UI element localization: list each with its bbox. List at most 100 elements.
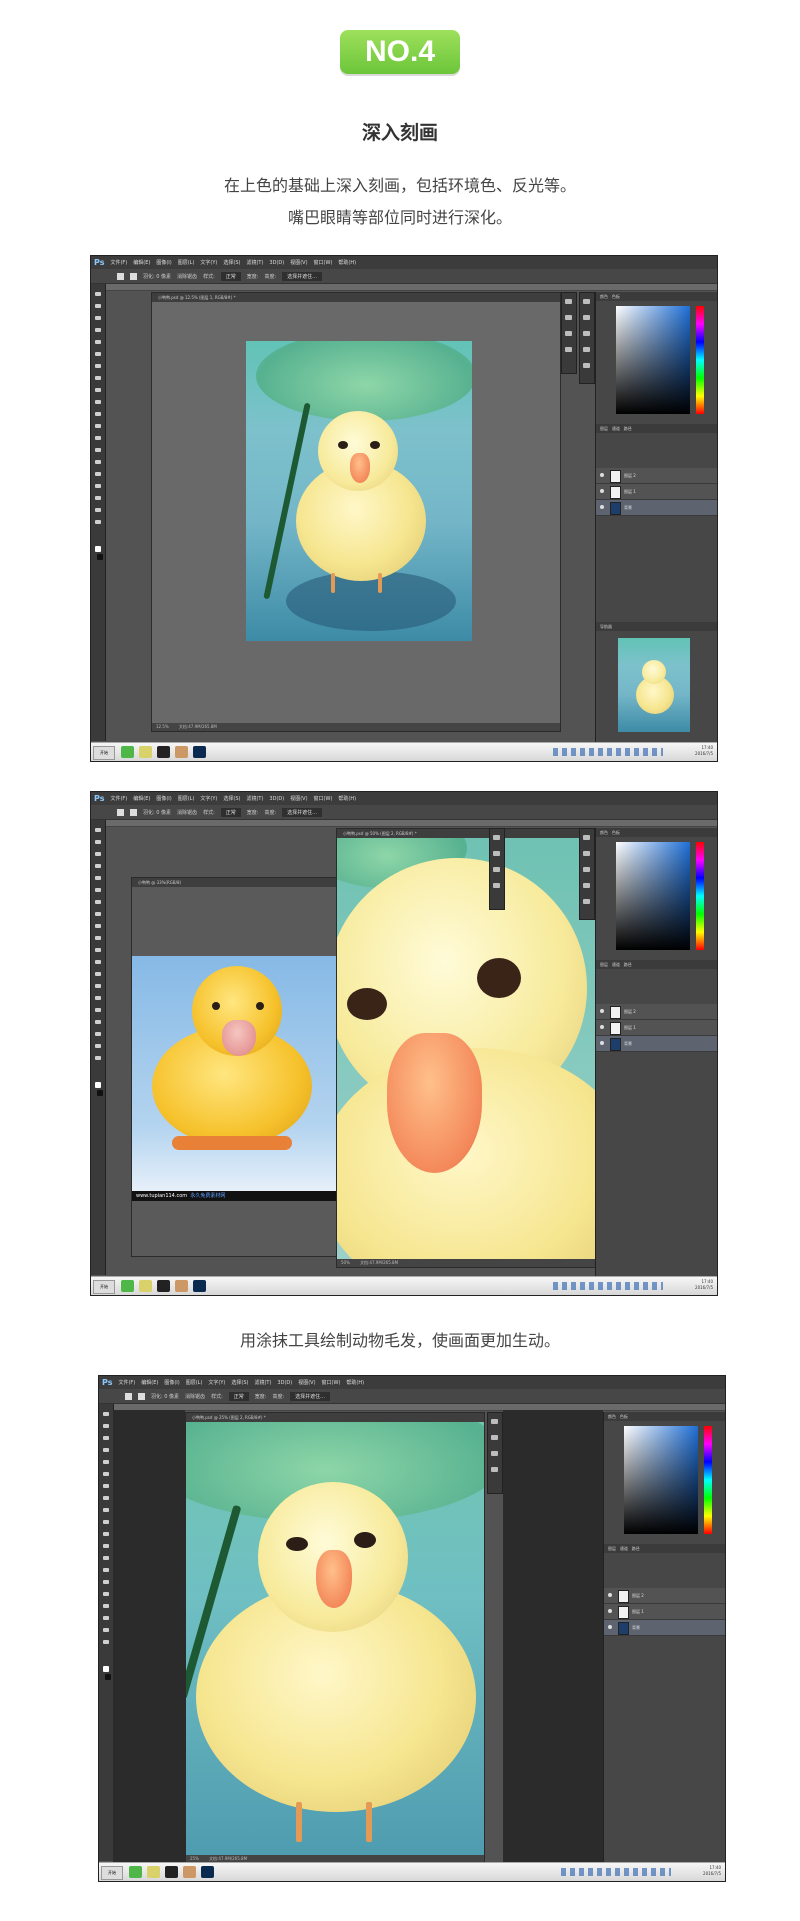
antialias-checkbox[interactable]: 消除锯齿	[185, 1393, 205, 1400]
tab-navigator[interactable]: 导航器	[600, 624, 612, 629]
tab-layers[interactable]: 图层	[600, 962, 608, 967]
smudge-tool-icon[interactable]	[95, 436, 101, 440]
menu-layer[interactable]: 图层(L)	[178, 795, 195, 802]
menu-3d[interactable]: 3D(D)	[277, 1380, 292, 1386]
zoom-level[interactable]: 12.5%	[156, 724, 169, 729]
marquee-tool-icon[interactable]	[95, 840, 101, 844]
dodge-tool-icon[interactable]	[95, 984, 101, 988]
menu-image[interactable]: 图像(I)	[156, 795, 171, 802]
type-tool-icon[interactable]	[95, 472, 101, 476]
eyedropper-icon[interactable]	[103, 1472, 109, 1476]
navigator-thumbnail[interactable]	[618, 638, 690, 732]
refine-edge-button[interactable]: 选择并遮住...	[282, 807, 322, 817]
type-tool-icon[interactable]	[103, 1592, 109, 1596]
menu-type[interactable]: 文字(Y)	[208, 1379, 225, 1386]
hand-tool-icon[interactable]	[95, 508, 101, 512]
menu-edit[interactable]: 编辑(E)	[133, 259, 150, 266]
move-tool-icon[interactable]	[95, 292, 101, 296]
menu-image[interactable]: 图像(I)	[156, 259, 171, 266]
pen-tool-icon[interactable]	[95, 996, 101, 1000]
style-select[interactable]: 正常	[228, 1391, 249, 1401]
properties-icon[interactable]	[565, 315, 572, 320]
layer-row[interactable]: 图层 1	[596, 1020, 717, 1036]
properties-icon[interactable]	[491, 1435, 498, 1440]
tab-layers[interactable]: 图层	[608, 1546, 616, 1551]
qq-taskbar-icon[interactable]	[165, 1866, 178, 1878]
style-select[interactable]: 正常	[220, 271, 241, 281]
hand-tool-icon[interactable]	[95, 1044, 101, 1048]
menu-filter[interactable]: 滤镜(T)	[254, 1379, 271, 1386]
tab-channels[interactable]: 通道	[612, 962, 620, 967]
hue-slider[interactable]	[696, 306, 704, 414]
gradient-tool-icon[interactable]	[103, 1544, 109, 1548]
layer-row-selected[interactable]: 背景	[604, 1620, 725, 1636]
menu-type[interactable]: 文字(Y)	[200, 259, 217, 266]
style-select[interactable]: 正常	[220, 807, 241, 817]
tab-swatches[interactable]: 色板	[612, 830, 620, 835]
healing-brush-icon[interactable]	[95, 900, 101, 904]
app-taskbar-icon[interactable]	[183, 1866, 196, 1878]
shape-tool-icon[interactable]	[95, 496, 101, 500]
menu-layer[interactable]: 图层(L)	[186, 1379, 203, 1386]
menu-file[interactable]: 文件(F)	[118, 1379, 135, 1386]
menu-window[interactable]: 窗口(W)	[314, 259, 333, 266]
browser-taskbar-icon[interactable]	[129, 1866, 142, 1878]
refine-edge-button[interactable]: 选择并遮住...	[290, 1391, 330, 1401]
menu-3d[interactable]: 3D(D)	[269, 260, 284, 266]
menu-help[interactable]: 帮助(H)	[338, 795, 356, 802]
magic-wand-icon[interactable]	[95, 864, 101, 868]
tab-channels[interactable]: 通道	[612, 426, 620, 431]
smudge-tool-icon[interactable]	[103, 1556, 109, 1560]
layer-row[interactable]: 图层 2	[596, 1004, 717, 1020]
folder-taskbar-icon[interactable]	[147, 1866, 160, 1878]
menu-view[interactable]: 视图(V)	[290, 259, 307, 266]
zoom-level[interactable]: 25%	[190, 1856, 199, 1861]
new-selection-icon[interactable]	[117, 808, 124, 816]
start-button[interactable]: 开始	[93, 746, 115, 760]
document-tab[interactable]: 小鸭鸭.psd @ 12.5% (图层 1, RGB/8#) *	[152, 293, 560, 302]
antialias-checkbox[interactable]: 消除锯齿	[177, 273, 197, 280]
layer-row-selected[interactable]: 背景	[596, 1036, 717, 1052]
hue-slider[interactable]	[704, 1426, 712, 1534]
photoshop-taskbar-icon[interactable]	[193, 1280, 206, 1292]
document-tab[interactable]: 小鸭鸭.psd @ 25% (图层 2, RGB/8#) *	[186, 1413, 484, 1422]
menu-file[interactable]: 文件(F)	[110, 795, 127, 802]
history-brush-icon[interactable]	[95, 936, 101, 940]
background-color-swatch[interactable]	[105, 1674, 111, 1680]
brush-tool-icon[interactable]	[103, 1496, 109, 1500]
layer-row[interactable]: 图层 2	[596, 468, 717, 484]
shape-tool-icon[interactable]	[95, 1032, 101, 1036]
foreground-color-swatch[interactable]	[95, 546, 101, 552]
pen-tool-icon[interactable]	[95, 460, 101, 464]
browser-taskbar-icon[interactable]	[121, 746, 134, 758]
folder-taskbar-icon[interactable]	[139, 746, 152, 758]
crop-tool-icon[interactable]	[95, 876, 101, 880]
history-brush-icon[interactable]	[103, 1520, 109, 1524]
history-icon[interactable]	[565, 299, 572, 304]
zoom-tool-icon[interactable]	[95, 520, 101, 524]
move-tool-icon[interactable]	[103, 1412, 109, 1416]
adjustments-icon[interactable]	[493, 883, 500, 888]
color-picker-field[interactable]	[624, 1426, 698, 1534]
cloud-icon[interactable]	[583, 363, 590, 368]
tray-icons[interactable]	[553, 1282, 663, 1290]
zoom-level[interactable]: 50%	[341, 1260, 350, 1265]
add-selection-icon[interactable]	[130, 808, 137, 816]
tab-channels[interactable]: 通道	[620, 1546, 628, 1551]
type-tool-icon[interactable]	[95, 1008, 101, 1012]
color-panel-icon[interactable]	[583, 835, 590, 840]
menu-select[interactable]: 选择(S)	[231, 1379, 248, 1386]
tab-paths[interactable]: 路径	[624, 426, 632, 431]
add-selection-icon[interactable]	[138, 1392, 145, 1400]
shape-tool-icon[interactable]	[103, 1616, 109, 1620]
clone-stamp-icon[interactable]	[103, 1508, 109, 1512]
smudge-tool-icon[interactable]	[95, 972, 101, 976]
tab-swatches[interactable]: 色板	[612, 294, 620, 299]
path-select-icon[interactable]	[95, 484, 101, 488]
gradient-tool-icon[interactable]	[95, 424, 101, 428]
tool-preset-icon[interactable]	[583, 347, 590, 352]
dodge-tool-icon[interactable]	[103, 1568, 109, 1572]
new-selection-icon[interactable]	[117, 272, 124, 280]
lasso-tool-icon[interactable]	[95, 852, 101, 856]
lasso-tool-icon[interactable]	[103, 1436, 109, 1440]
